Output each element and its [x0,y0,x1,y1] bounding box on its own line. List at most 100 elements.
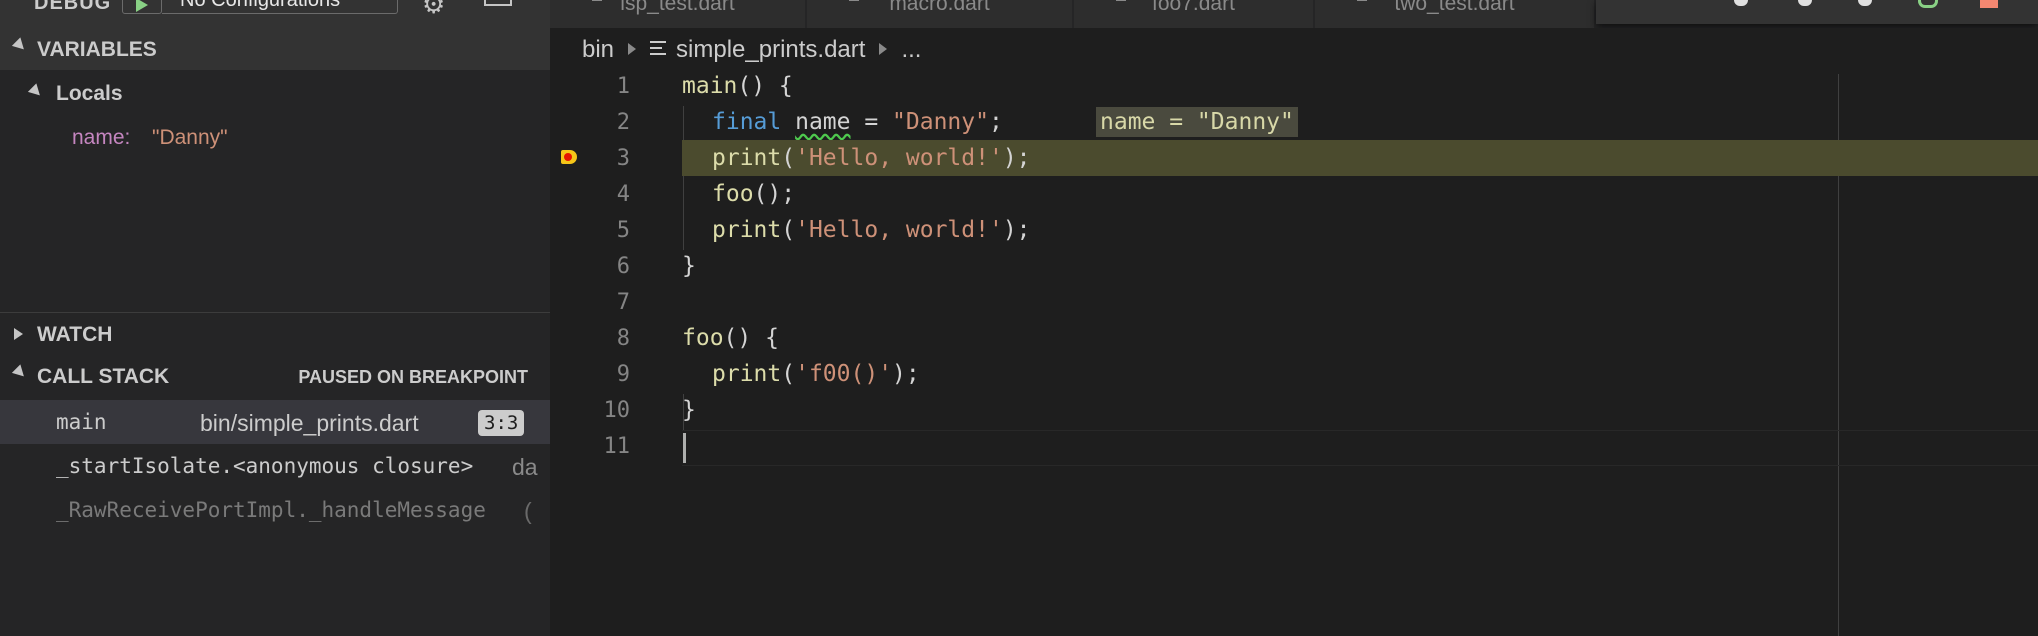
tab-label: macro.dart [889,0,990,15]
code-token: () { [737,73,793,99]
breadcrumb: bin simple_prints.dart... [582,36,921,64]
debug-label: DEBUG [34,0,112,14]
code-token: } [682,253,696,279]
lint-warning-token: name [795,109,851,135]
tab-lsp-test[interactable]: lsp_test.dart [550,0,806,28]
debug-sidebar: VARIABLES Locals name: "Danny" WATCH CAL… [0,28,550,636]
code-token: ); [892,361,920,387]
breadcrumb-more[interactable]: ... [901,36,921,63]
step-into-icon[interactable] [1798,0,1812,6]
stack-frame-file: da [512,454,538,480]
stack-frame[interactable]: _RawReceivePortImpl._handleMessage ( [0,488,550,532]
code-line-text[interactable]: foo(); [712,181,795,207]
stack-frame-position-badge: 3:3 [478,410,525,436]
stack-frame-name: _startIsolate.<anonymous closure> [56,454,474,478]
variables-title: VARIABLES [37,38,157,61]
variable-name: name: [72,126,131,149]
debug-console-icon[interactable] [484,0,512,6]
indent-guide [683,106,684,250]
call-stack-section-header[interactable]: CALL STACK PAUSED ON BREAKPOINT [0,355,550,397]
line-number: 1 [616,74,630,99]
locals-scope[interactable]: Locals [0,72,550,116]
code-line-text[interactable]: } [682,253,696,279]
code-line-text[interactable]: final name = "Danny"; [712,109,1003,135]
line-number: 8 [616,326,630,351]
step-over-icon[interactable] [1734,0,1748,6]
code-token: ; [988,109,1003,135]
call-stack-title: CALL STACK [37,365,170,388]
code-line-text[interactable]: main() { [682,73,793,99]
debug-configuration-select[interactable]: No Configurations [162,0,398,14]
title-bar: DEBUG No Configurations ⚙ lsp_test.dart … [0,0,2038,28]
code-line-text[interactable]: } [682,397,696,423]
stack-frame-name: main [56,410,107,434]
tab-label: two_test.dart [1394,0,1515,15]
variable-row[interactable]: name: "Danny" [0,116,550,160]
code-token: ); [1002,217,1031,243]
code-token: 'Hello, world!' [795,217,1003,243]
tab-macro[interactable]: macro.dart [807,0,1073,28]
code-token: "Danny" [892,109,989,135]
line-number: 5 [616,218,630,243]
line-number: 2 [616,110,630,135]
stack-frame-name: _RawReceivePortImpl._handleMessage [56,498,486,522]
code-token: final [712,109,782,135]
code-token: print [712,145,782,171]
watch-section-header[interactable]: WATCH [0,312,550,354]
debug-toolbar [1596,0,2038,24]
chevron-right-icon [14,328,23,340]
chevron-right-icon [879,43,888,55]
tab-label: foo7.dart [1152,0,1235,15]
chevron-down-icon [11,37,29,54]
gear-icon[interactable]: ⚙ [422,0,445,17]
code-token: (); [753,181,796,207]
line-number: 4 [616,182,630,207]
code-line-text[interactable]: print('Hello, world!'); [712,145,1031,171]
breadcrumb-file[interactable]: simple_prints.dart [676,36,865,63]
line-number: 7 [616,290,630,315]
locals-label: Locals [56,82,123,105]
code-token: ( [781,361,796,387]
file-icon [650,41,667,55]
text-cursor [683,433,686,463]
start-debugging-button[interactable] [122,0,162,14]
line-number: 9 [616,362,630,387]
play-icon [136,0,148,12]
tab-two-test[interactable]: two_test.dart [1315,0,1595,28]
line-number: 3 [616,146,630,171]
restart-icon[interactable] [1918,0,1938,8]
code-token: ( [781,217,796,243]
watch-title: WATCH [37,323,113,346]
code-token: 'Hello, world!' [795,145,1003,171]
code-line-text[interactable]: foo() { [682,325,779,351]
stack-frame[interactable]: _startIsolate.<anonymous closure> da [0,444,550,488]
chevron-right-icon [628,43,637,55]
code-token: foo [682,325,724,351]
code-line-text[interactable]: print('f00()'); [712,361,920,387]
code-token: main [682,73,738,99]
stack-frame-file: bin/simple_prints.dart [200,410,419,436]
cursor-line-highlight [682,430,2038,466]
code-token: ( [781,145,796,171]
debug-header: DEBUG No Configurations ⚙ [0,0,550,28]
code-token: print [712,217,782,243]
stack-frame[interactable]: main bin/simple_prints.dart 3:3 [0,400,550,444]
code-token: = [850,109,893,135]
code-token: () { [723,325,779,351]
code-editor[interactable]: bin simple_prints.dart... 1 main() {2 final… [550,28,2038,636]
stack-frame-file: ( [524,498,532,524]
pause-status: PAUSED ON BREAKPOINT [298,367,528,387]
line-number: 10 [603,398,631,423]
step-out-icon[interactable] [1858,0,1872,6]
chevron-down-icon [27,83,45,100]
code-token: print [712,361,782,387]
variables-section-header[interactable]: VARIABLES [0,28,550,70]
breadcrumb-folder[interactable]: bin [582,36,614,63]
code-line-text[interactable]: print('Hello, world!'); [712,217,1031,243]
code-token: } [682,397,696,423]
tab-label: lsp_test.dart [620,0,735,15]
code-token: ); [1002,145,1031,171]
tab-foo7[interactable]: foo7.dart [1074,0,1314,28]
stop-icon[interactable] [1980,0,1998,8]
